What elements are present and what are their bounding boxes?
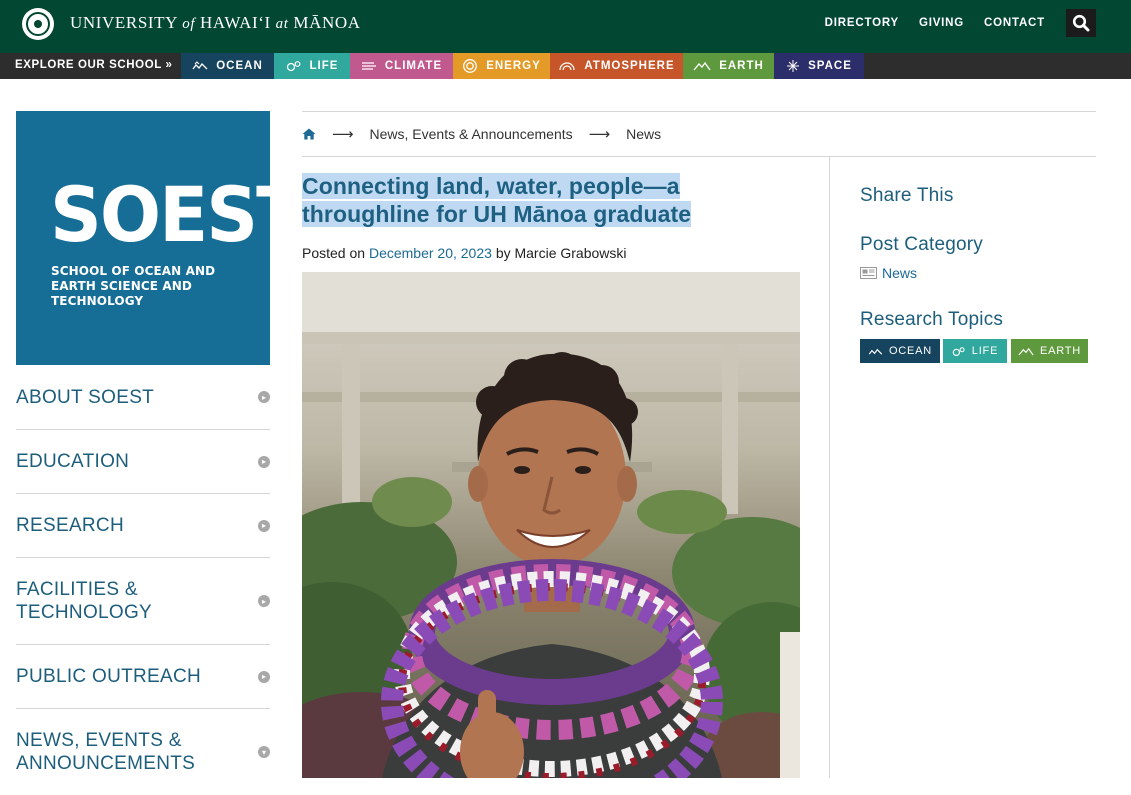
explore-tab-atmosphere[interactable]: ATMOSPHERE <box>550 53 683 79</box>
search-button[interactable] <box>1066 9 1096 37</box>
explore-tab-label: LIFE <box>309 60 339 72</box>
explore-tab-life[interactable]: LIFE <box>274 53 350 79</box>
mountain-icon <box>693 61 711 71</box>
directory-link[interactable]: DIRECTORY <box>825 17 899 29</box>
mountain-icon <box>1018 347 1034 355</box>
nav-item-label: ABOUT SOEST <box>16 386 155 408</box>
share-heading: Share This <box>860 185 954 206</box>
uh-seal-icon[interactable] <box>22 8 54 40</box>
explore-tab-space[interactable]: SPACE <box>774 53 864 79</box>
divider <box>302 156 1096 157</box>
category-news-label: News <box>882 265 918 281</box>
nav-item-education[interactable]: EDUCATION ▸ <box>16 430 270 494</box>
waves-icon <box>192 61 208 70</box>
newspaper-icon <box>860 267 877 279</box>
topic-tag-life[interactable]: LIFE <box>943 339 1007 363</box>
chevron-right-icon: ▸ <box>258 595 270 607</box>
explore-label: EXPLORE OUR SCHOOL » <box>15 59 173 71</box>
research-topics-heading: Research Topics <box>860 309 1004 330</box>
divider <box>302 111 1096 112</box>
star-icon <box>787 60 800 72</box>
post-category-heading: Post Category <box>860 234 983 255</box>
explore-tab-ocean[interactable]: OCEAN <box>181 53 274 79</box>
cells-icon <box>286 61 300 72</box>
article-title-text: Connecting land, water, people—a through… <box>302 173 692 227</box>
article-author: by Marcie Grabowski <box>495 245 627 261</box>
breadcrumb-news-events[interactable]: News, Events & Announcements <box>370 126 573 142</box>
university-header: UNIVERSITY of HAWAI‘I at MĀNOA DIRECTORY… <box>0 0 1131 53</box>
explore-tab-label: EARTH <box>719 60 764 72</box>
article-photo <box>302 272 800 778</box>
explore-tab-energy[interactable]: ENERGY <box>453 53 550 79</box>
explore-tab-label: CLIMATE <box>384 60 443 72</box>
explore-tab-earth[interactable]: EARTH <box>683 53 774 79</box>
topic-tag-label: EARTH <box>1039 345 1082 357</box>
article-title: Connecting land, water, people—a through… <box>302 172 802 228</box>
explore-bar: EXPLORE OUR SCHOOL » OCEAN LIFE CLIMATE … <box>0 53 1131 79</box>
nav-item-label: NEWS, EVENTS & ANNOUNCEMENTS <box>16 730 196 774</box>
chevron-down-icon: ▾ <box>258 746 270 758</box>
column-divider <box>829 157 830 778</box>
nav-item-label: PUBLIC OUTREACH <box>16 666 202 687</box>
arrow-right-icon: ⟶ <box>588 126 611 143</box>
top-links: DIRECTORY GIVING CONTACT <box>825 17 1045 29</box>
topic-tag-earth[interactable]: EARTH <box>1011 339 1088 363</box>
nav-item-public-outreach[interactable]: PUBLIC OUTREACH ▸ <box>16 645 270 709</box>
nav-item-label: FACILITIES & TECHNOLOGY <box>16 579 153 623</box>
article-date-link[interactable]: December 20, 2023 <box>369 245 492 261</box>
explore-tab-climate[interactable]: CLIMATE <box>350 53 453 79</box>
nav-item-label: RESEARCH <box>16 515 124 536</box>
article-meta: Posted on December 20, 2023 by Marcie Gr… <box>302 245 627 261</box>
wind-icon <box>361 62 376 70</box>
topic-tag-ocean[interactable]: OCEAN <box>860 339 940 363</box>
logo-wordmark: SOEST <box>50 170 305 259</box>
nav-item-label: EDUCATION <box>16 451 130 472</box>
chevron-right-icon: ▸ <box>258 519 270 532</box>
soest-logo[interactable]: SOEST SCHOOL OF OCEAN AND EARTH SCIENCE … <box>16 111 305 365</box>
nav-item-about-soest[interactable]: ABOUT SOEST ▸ <box>16 365 270 430</box>
explore-tab-label: SPACE <box>808 60 852 72</box>
topic-tag-label: LIFE <box>971 345 999 357</box>
university-name[interactable]: UNIVERSITY of HAWAI‘I at MĀNOA <box>70 13 361 33</box>
waves-icon <box>868 348 883 355</box>
chevron-right-icon: ▸ <box>258 455 270 468</box>
nav-item-news-events-announcements[interactable]: NEWS, EVENTS & ANNOUNCEMENTS ▾ <box>16 709 270 795</box>
logo-subtitle: SCHOOL OF OCEAN AND EARTH SCIENCE AND TE… <box>51 264 216 308</box>
giving-link[interactable]: GIVING <box>919 17 964 29</box>
chevron-right-icon: ▸ <box>258 391 270 403</box>
left-navigation: ABOUT SOEST ▸ EDUCATION ▸ RESEARCH ▸ FAC… <box>16 365 270 795</box>
breadcrumb: ⟶ News, Events & Announcements ⟶ News <box>302 124 661 144</box>
nav-item-facilities-technology[interactable]: FACILITIES & TECHNOLOGY ▸ <box>16 558 270 645</box>
arrow-right-icon: ⟶ <box>332 126 354 143</box>
sun-icon <box>463 59 478 73</box>
home-icon[interactable] <box>302 128 316 140</box>
category-news-link[interactable]: News <box>860 265 917 281</box>
explore-tab-label: ENERGY <box>486 60 541 72</box>
rainbow-icon <box>559 62 575 71</box>
nav-item-research[interactable]: RESEARCH ▸ <box>16 494 270 558</box>
explore-tab-label: OCEAN <box>216 60 263 72</box>
contact-link[interactable]: CONTACT <box>984 17 1045 29</box>
topic-tag-label: OCEAN <box>888 345 933 357</box>
breadcrumb-news[interactable]: News <box>626 126 661 142</box>
cells-icon <box>952 346 965 356</box>
explore-tab-label: ATMOSPHERE <box>584 60 675 72</box>
chevron-right-icon: ▸ <box>258 670 270 683</box>
posted-prefix: Posted on <box>302 245 366 261</box>
search-icon <box>1072 14 1090 32</box>
